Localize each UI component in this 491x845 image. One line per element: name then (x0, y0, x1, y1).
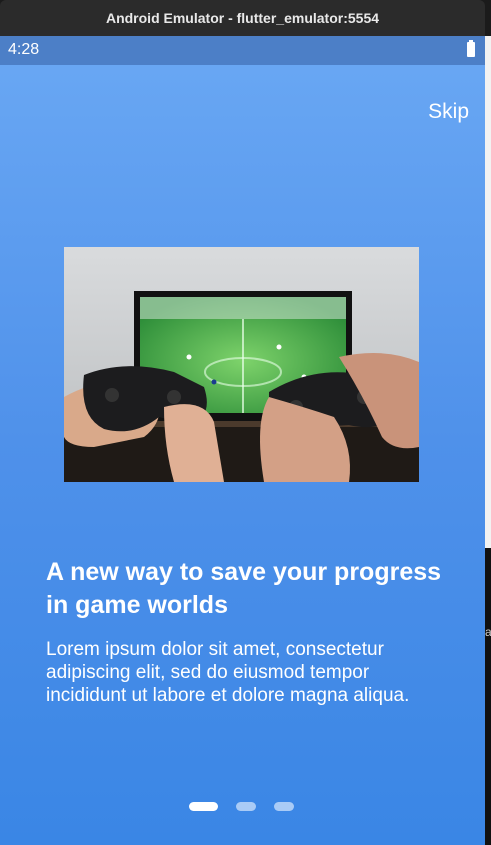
page-indicator (189, 802, 299, 812)
page-indicator-dot[interactable] (274, 802, 294, 811)
phone-screen: 4:28 Skip A new way to save your progres… (0, 36, 485, 845)
page-indicator-dot-active[interactable] (189, 802, 218, 811)
background-text-fragment: a (485, 625, 491, 639)
status-time: 4:28 (8, 41, 40, 58)
onboarding-title: A new way to save your progress in game … (46, 558, 442, 619)
status-bar: 4:28 (0, 36, 485, 65)
onboarding-description: Lorem ipsum dolor sit amet, consectetur … (46, 639, 410, 706)
onboarding-image (64, 247, 419, 482)
window-title: Android Emulator - flutter_emulator:5554 (0, 0, 485, 36)
emulator-window: Android Emulator - flutter_emulator:5554… (0, 0, 491, 845)
skip-button[interactable]: Skip (428, 100, 469, 124)
page-indicator-dot[interactable] (236, 802, 256, 811)
battery-icon (467, 40, 475, 57)
background-terminal-edge (485, 548, 491, 845)
background-window-edge: a (485, 36, 491, 845)
